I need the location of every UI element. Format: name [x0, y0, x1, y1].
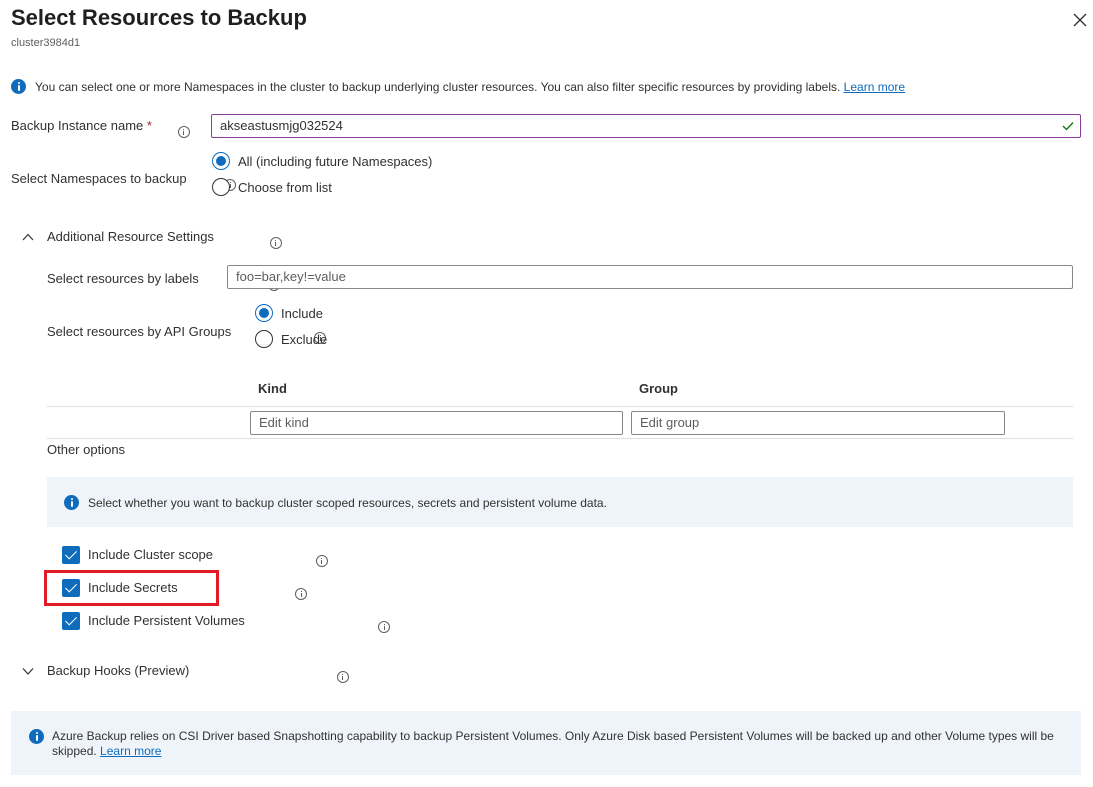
required-marker: * — [147, 118, 152, 133]
footer-learn-more-link[interactable]: Learn more — [100, 744, 161, 758]
persistent-volumes-info-icon[interactable] — [378, 621, 390, 633]
info-icon — [11, 79, 26, 94]
backup-instance-label: Backup Instance name * — [11, 118, 152, 133]
backup-instance-info-icon[interactable] — [178, 126, 190, 138]
additional-settings-label[interactable]: Additional Resource Settings — [47, 229, 214, 244]
namespace-list-radio[interactable] — [212, 178, 230, 196]
banner-text: Select whether you want to backup cluste… — [88, 496, 607, 510]
intro-learn-more-link[interactable]: Learn more — [844, 80, 905, 94]
secrets-label: Include Secrets — [88, 580, 178, 595]
cluster-scope-label: Include Cluster scope — [88, 547, 213, 562]
intro-message: You can select one or more Namespaces in… — [35, 80, 840, 94]
api-exclude-label: Exclude — [281, 332, 327, 347]
backup-instance-value: akseastusmjg032524 — [220, 118, 343, 133]
cluster-scope-checkbox[interactable] — [62, 546, 80, 564]
page-title: Select Resources to Backup — [11, 5, 307, 31]
namespace-list-label: Choose from list — [238, 180, 332, 195]
other-options-banner: Select whether you want to backup cluste… — [47, 477, 1073, 527]
labels-label: Select resources by labels — [47, 271, 199, 286]
table-header-divider — [47, 406, 1073, 407]
other-options-label: Other options — [47, 442, 125, 457]
backup-hooks-info-icon[interactable] — [337, 671, 349, 683]
backup-instance-input[interactable]: akseastusmjg032524 — [211, 114, 1081, 138]
valid-check-icon — [1061, 119, 1075, 133]
kind-column-header: Kind — [258, 381, 287, 396]
intro-text: You can select one or more Namespaces in… — [35, 80, 1085, 94]
footer-message: Azure Backup relies on CSI Driver based … — [52, 729, 1054, 758]
kind-placeholder: Edit kind — [259, 415, 309, 430]
cluster-scope-info-icon[interactable] — [316, 555, 328, 567]
close-icon[interactable] — [1070, 10, 1090, 30]
api-include-radio[interactable] — [255, 304, 273, 322]
footer-text: Azure Backup relies on CSI Driver based … — [52, 729, 1062, 759]
cluster-name: cluster3984d1 — [11, 37, 80, 49]
namespace-all-label: All (including future Namespaces) — [238, 154, 432, 169]
chevron-down-icon[interactable] — [21, 664, 35, 678]
banner-info-icon — [64, 495, 79, 510]
namespaces-label: Select Namespaces to backup — [11, 171, 187, 186]
api-exclude-radio[interactable] — [255, 330, 273, 348]
table-row-divider — [47, 438, 1073, 439]
secrets-info-icon[interactable] — [295, 588, 307, 600]
persistent-volumes-label: Include Persistent Volumes — [88, 613, 245, 628]
group-input[interactable]: Edit group — [631, 411, 1005, 435]
namespace-all-radio[interactable] — [212, 152, 230, 170]
api-groups-label: Select resources by API Groups — [47, 324, 231, 339]
footer-info-icon — [29, 729, 44, 744]
group-placeholder: Edit group — [640, 415, 699, 430]
api-include-label: Include — [281, 306, 323, 321]
backup-instance-label-text: Backup Instance name — [11, 118, 143, 133]
additional-settings-info-icon[interactable] — [270, 237, 282, 249]
labels-input[interactable]: foo=bar,key!=value — [227, 265, 1073, 289]
footer-banner: Azure Backup relies on CSI Driver based … — [11, 711, 1081, 775]
backup-hooks-label[interactable]: Backup Hooks (Preview) — [47, 663, 189, 678]
chevron-up-icon[interactable] — [21, 230, 35, 244]
secrets-checkbox[interactable] — [62, 579, 80, 597]
group-column-header: Group — [639, 381, 678, 396]
kind-input[interactable]: Edit kind — [250, 411, 623, 435]
persistent-volumes-checkbox[interactable] — [62, 612, 80, 630]
labels-placeholder: foo=bar,key!=value — [236, 269, 346, 284]
